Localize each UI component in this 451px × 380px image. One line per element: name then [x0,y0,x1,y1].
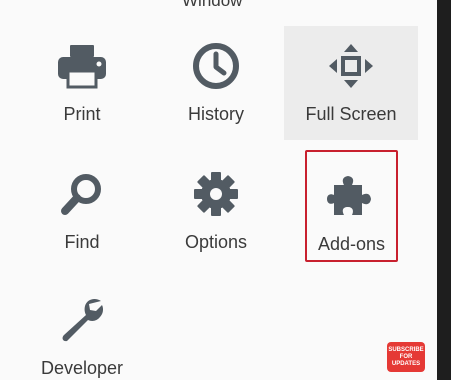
history-label: History [187,104,244,124]
printer-icon [50,38,114,94]
history-button[interactable]: History [166,38,266,138]
print-button[interactable]: Print [32,38,132,138]
subscribe-line-3: UPDATES [391,360,421,367]
full-screen-label: Full Screen [305,104,397,124]
subscribe-badge[interactable]: SUBSCRIBE FOR UPDATES [387,342,425,372]
find-button[interactable]: Find [32,166,132,266]
panel-title: Window [182,0,243,10]
subscribe-line-2: FOR [399,353,413,360]
find-label: Find [64,232,100,252]
options-button[interactable]: Options [166,166,266,266]
add-ons-button[interactable]: Add-ons [305,150,398,262]
developer-label: Developer [40,358,124,378]
full-screen-button[interactable]: Full Screen [284,26,418,140]
wrench-icon [50,292,114,348]
clock-icon [184,38,248,94]
developer-button[interactable]: Developer [30,292,134,380]
add-ons-label: Add-ons [317,234,386,254]
print-label: Print [63,104,101,124]
subscribe-line-1: SUBSCRIBE [388,346,424,353]
puzzle-icon [320,168,384,224]
magnifier-icon [50,166,114,222]
options-label: Options [184,232,248,252]
browser-menu-panel: Window Print History Full Screen Find Op… [0,0,437,380]
gear-icon [184,166,248,222]
fullscreen-icon [319,38,383,94]
